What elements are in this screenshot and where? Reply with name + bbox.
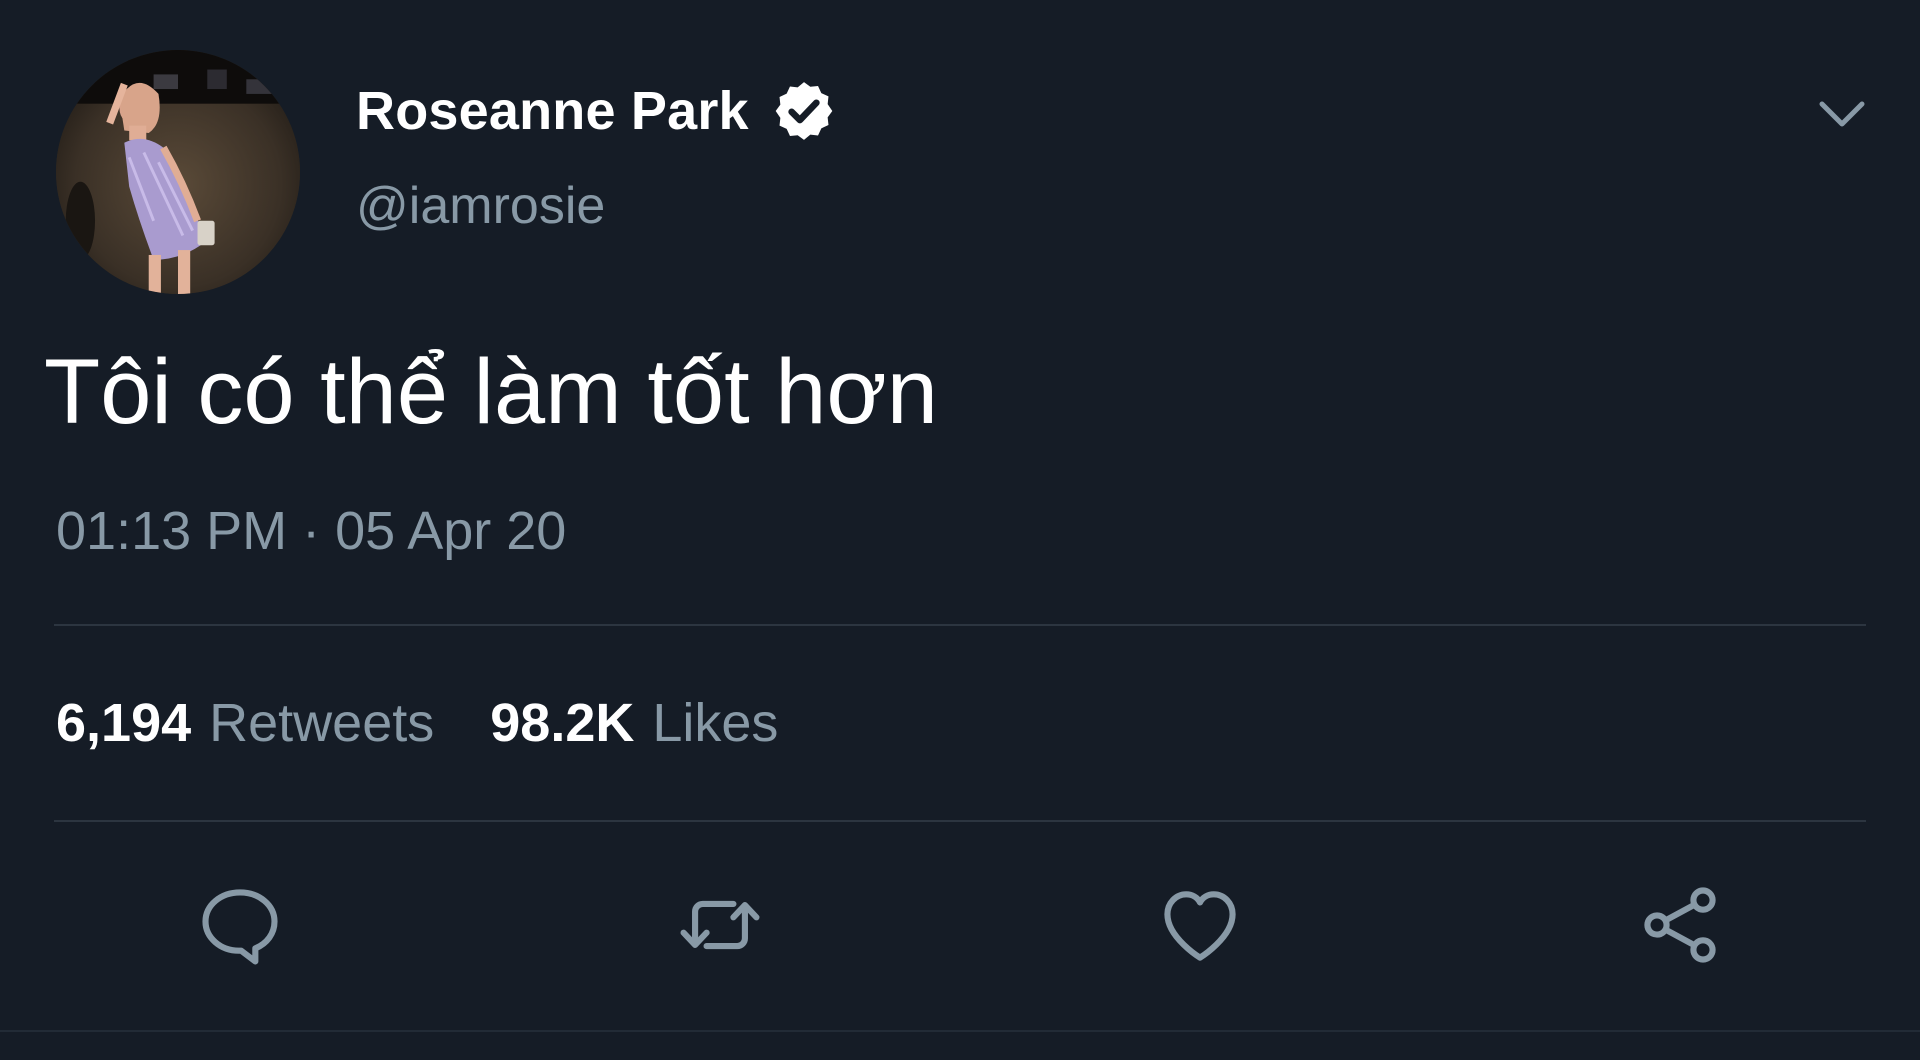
tweet-stats: 6,194 Retweets 98.2K Likes	[56, 692, 834, 754]
share-icon	[1644, 887, 1716, 963]
tweet-text: Tôi có thể làm tốt hơn	[44, 341, 938, 443]
heart-icon	[1164, 891, 1236, 961]
action-bar	[0, 870, 1920, 980]
likes-count: 98.2K	[490, 693, 635, 753]
reply-button[interactable]	[185, 870, 295, 980]
user-handle[interactable]: @iamrosie	[356, 176, 605, 236]
avatar[interactable]	[56, 50, 300, 294]
tweet-card: Roseanne Park @iamrosie Tôi có thể làm t…	[0, 0, 1920, 1060]
reply-icon	[202, 889, 278, 965]
retweet-icon	[680, 900, 760, 950]
divider	[54, 820, 1866, 822]
like-button[interactable]	[1145, 870, 1255, 980]
author-name-row: Roseanne Park	[356, 78, 837, 144]
likes-label: Likes	[652, 693, 779, 753]
verified-badge-icon	[775, 82, 833, 140]
retweet-button[interactable]	[665, 870, 775, 980]
divider	[54, 624, 1866, 626]
tweet-timestamp[interactable]: 01:13 PM · 05 Apr 20	[56, 500, 566, 562]
divider	[0, 1030, 1920, 1032]
share-button[interactable]	[1625, 870, 1735, 980]
retweets-stat[interactable]: 6,194 Retweets	[56, 692, 434, 754]
likes-stat[interactable]: 98.2K Likes	[490, 692, 778, 754]
chevron-down-icon[interactable]	[1816, 96, 1868, 132]
retweets-count: 6,194	[56, 693, 192, 753]
profile-photo	[56, 50, 300, 294]
display-name[interactable]: Roseanne Park	[356, 80, 749, 142]
retweets-label: Retweets	[209, 693, 435, 753]
